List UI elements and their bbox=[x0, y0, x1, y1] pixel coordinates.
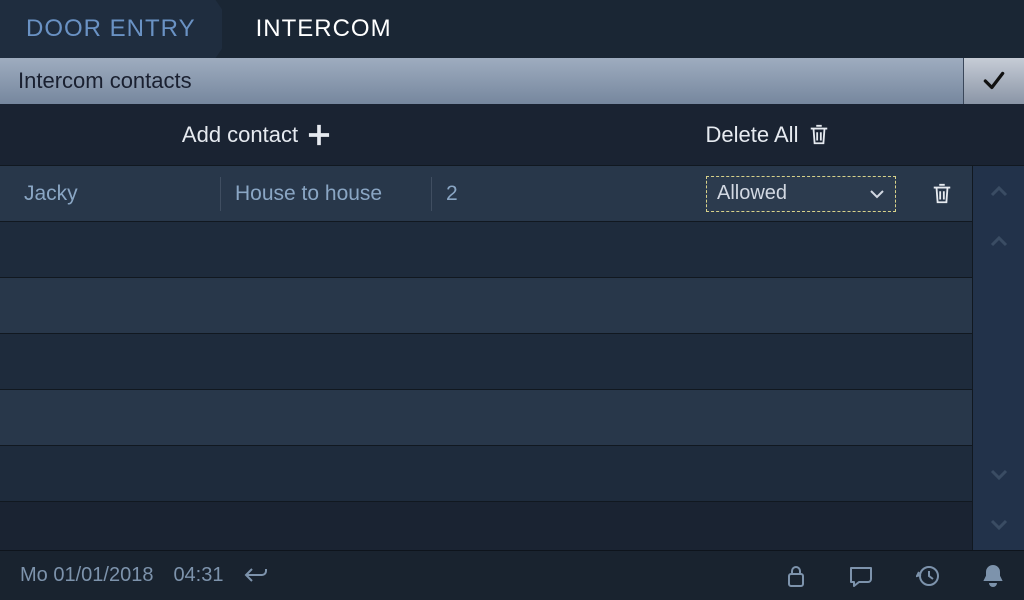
speech-bubble-icon bbox=[848, 565, 874, 587]
delete-all-button[interactable]: Delete All bbox=[512, 122, 1024, 148]
scroll-down-button[interactable] bbox=[973, 450, 1024, 500]
add-contact-button[interactable]: Add contact bbox=[0, 122, 512, 148]
lock-icon bbox=[786, 564, 806, 588]
tab-door-entry[interactable]: DOOR ENTRY bbox=[0, 0, 236, 58]
empty-row bbox=[0, 334, 972, 390]
contact-list: Jacky House to house 2 Allowed bbox=[0, 166, 972, 550]
status-time: 04:31 bbox=[173, 564, 223, 587]
permission-select[interactable]: Allowed bbox=[706, 176, 896, 212]
lock-button[interactable] bbox=[786, 564, 806, 588]
tab-door-entry-label: DOOR ENTRY bbox=[26, 15, 196, 43]
contact-type: House to house bbox=[221, 182, 431, 206]
empty-row bbox=[0, 222, 972, 278]
tab-intercom[interactable]: INTERCOM bbox=[222, 0, 418, 58]
return-icon bbox=[244, 566, 268, 586]
contact-name: Jacky bbox=[10, 182, 220, 206]
add-contact-label: Add contact bbox=[182, 122, 298, 148]
action-bar: Add contact Delete All bbox=[0, 104, 1024, 166]
clock-history-icon bbox=[916, 564, 940, 588]
trash-icon bbox=[808, 123, 830, 147]
contact-row: Jacky House to house 2 Allowed bbox=[0, 166, 972, 222]
check-icon bbox=[981, 68, 1007, 94]
delete-contact-button[interactable] bbox=[912, 182, 972, 206]
scroll-column bbox=[972, 166, 1024, 550]
back-button[interactable] bbox=[244, 566, 268, 586]
title-bar: Intercom contacts bbox=[0, 58, 1024, 104]
permission-value: Allowed bbox=[717, 182, 787, 205]
chevron-up-icon bbox=[990, 234, 1008, 248]
chevron-down-icon bbox=[990, 468, 1008, 482]
empty-row bbox=[0, 278, 972, 334]
delete-all-label: Delete All bbox=[706, 122, 799, 148]
chat-button[interactable] bbox=[848, 565, 874, 587]
chevron-up-icon bbox=[990, 184, 1008, 198]
trash-icon bbox=[931, 182, 953, 206]
contact-address: 2 bbox=[432, 182, 582, 206]
bell-icon bbox=[982, 564, 1004, 588]
scroll-page-up-button[interactable] bbox=[973, 166, 1024, 216]
plus-icon bbox=[308, 124, 330, 146]
tab-intercom-label: INTERCOM bbox=[256, 15, 392, 43]
history-button[interactable] bbox=[916, 564, 940, 588]
nav-tabs: DOOR ENTRY INTERCOM bbox=[0, 0, 1024, 58]
scroll-page-down-button[interactable] bbox=[973, 500, 1024, 550]
notifications-button[interactable] bbox=[982, 564, 1004, 588]
contact-list-area: Jacky House to house 2 Allowed bbox=[0, 166, 1024, 550]
page-title: Intercom contacts bbox=[0, 58, 964, 104]
status-bar: Mo 01/01/2018 04:31 bbox=[0, 550, 1024, 600]
scroll-track bbox=[973, 266, 1024, 450]
chevron-down-icon bbox=[869, 188, 885, 200]
empty-row bbox=[0, 446, 972, 502]
scroll-up-button[interactable] bbox=[973, 216, 1024, 266]
confirm-button[interactable] bbox=[964, 58, 1024, 104]
status-date: Mo 01/01/2018 bbox=[20, 564, 153, 587]
chevron-down-icon bbox=[990, 518, 1008, 532]
empty-row bbox=[0, 390, 972, 446]
